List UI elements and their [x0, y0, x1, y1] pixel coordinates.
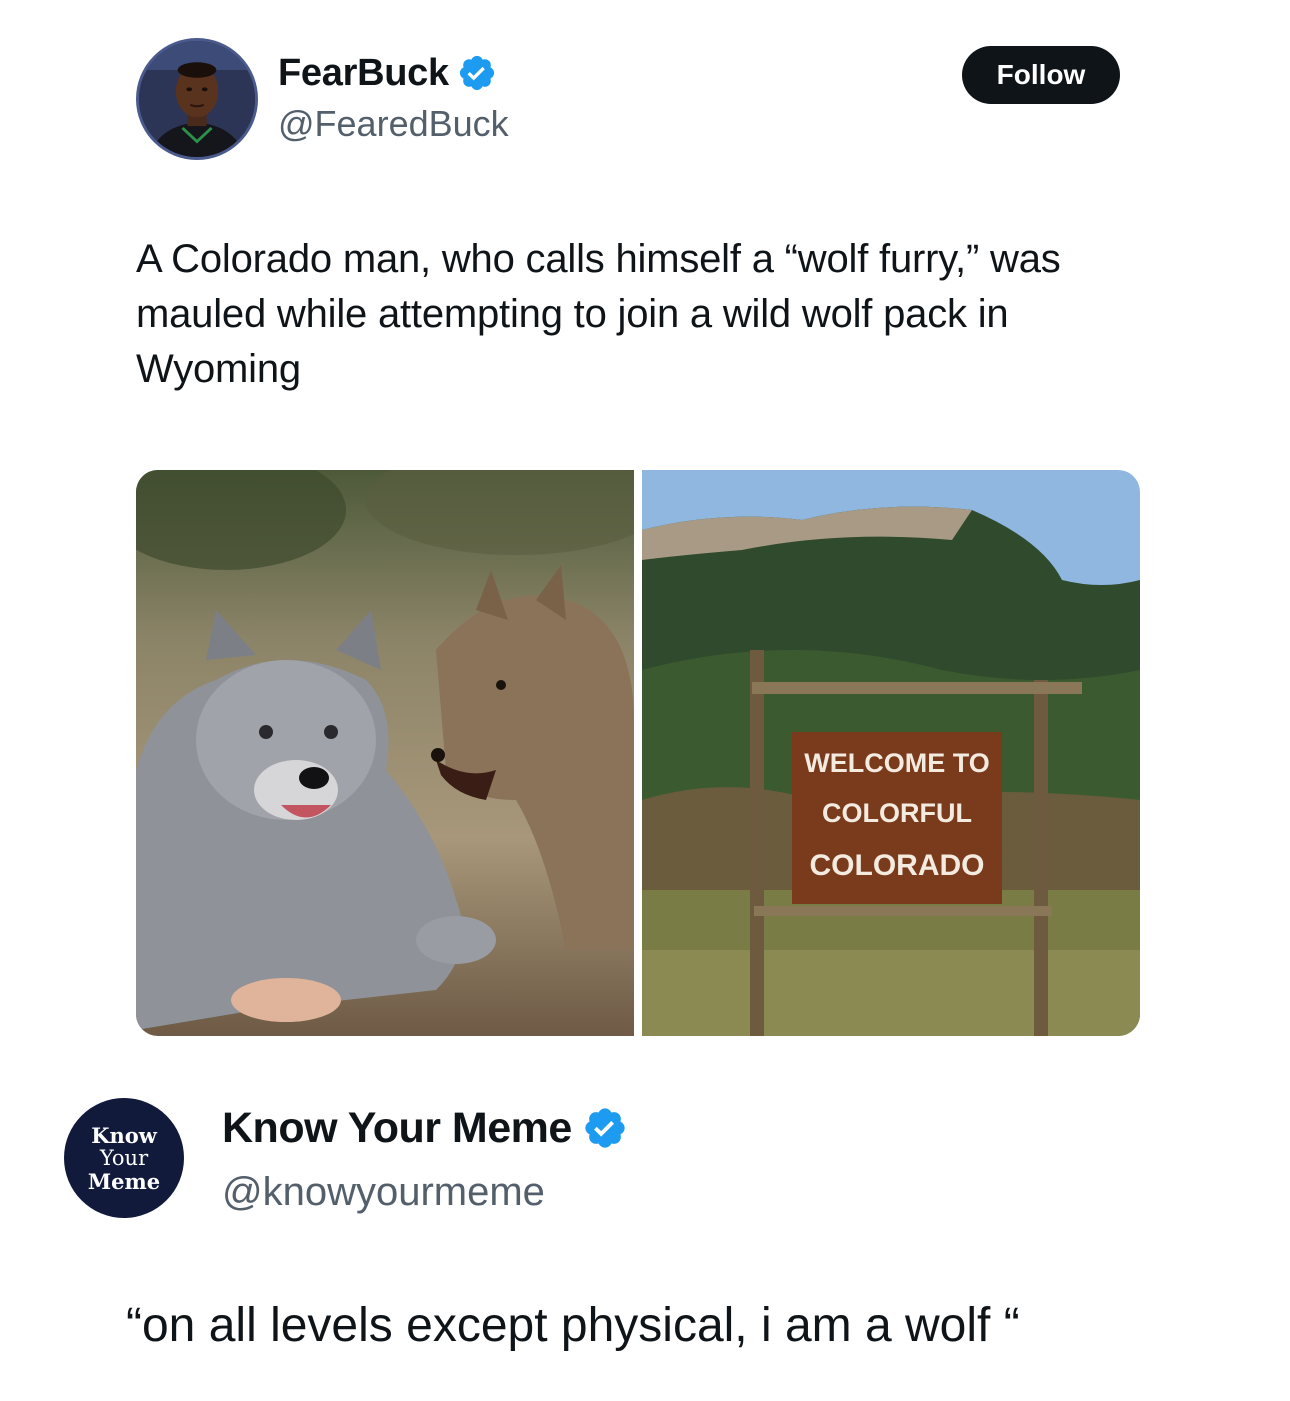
reply-author-handle[interactable]: @knowyourmeme — [222, 1168, 545, 1216]
reply-author-avatar[interactable]: Know Your Meme — [64, 1098, 184, 1218]
kym-avatar-line-2: Your — [99, 1145, 149, 1170]
profile-photo-icon — [139, 41, 255, 157]
follow-button[interactable]: Follow — [962, 46, 1120, 104]
tweet-text: A Colorado man, who calls himself a “wol… — [136, 237, 1061, 391]
kym-avatar-line-3: Meme — [87, 1168, 161, 1194]
verified-badge-icon — [585, 1108, 625, 1148]
media-photo-wolf[interactable] — [136, 470, 634, 1036]
reply-text: “on all levels except physical, i am a w… — [126, 1299, 1020, 1352]
colorado-sign-photo-icon: WELCOME TO COLORFUL COLORADO — [642, 470, 1140, 1036]
sign-line-1: WELCOME TO — [804, 748, 990, 778]
reply-author-name-row: Know Your Meme — [222, 1102, 628, 1154]
media-photo-colorado-sign[interactable]: WELCOME TO COLORFUL COLORADO — [642, 470, 1140, 1036]
author-avatar[interactable] — [136, 38, 258, 160]
tweet-card: FearBuck @FearedBuck Follow A Colorado m… — [0, 0, 1290, 1075]
kym-avatar-line-1: Know — [91, 1122, 157, 1148]
author-handle[interactable]: @FearedBuck — [278, 102, 509, 146]
author-name-row: FearBuck — [278, 50, 497, 96]
sign-line-3: COLORADO — [810, 849, 985, 882]
tweet-media-grid[interactable]: WELCOME TO COLORFUL COLORADO — [136, 470, 1140, 1036]
verified-badge-icon — [459, 55, 494, 91]
sign-line-2: COLORFUL — [822, 798, 972, 828]
author-display-name[interactable]: FearBuck — [278, 50, 449, 96]
reply-author-display-name[interactable]: Know Your Meme — [222, 1102, 572, 1154]
wolf-furry-photo-icon — [136, 470, 634, 1036]
